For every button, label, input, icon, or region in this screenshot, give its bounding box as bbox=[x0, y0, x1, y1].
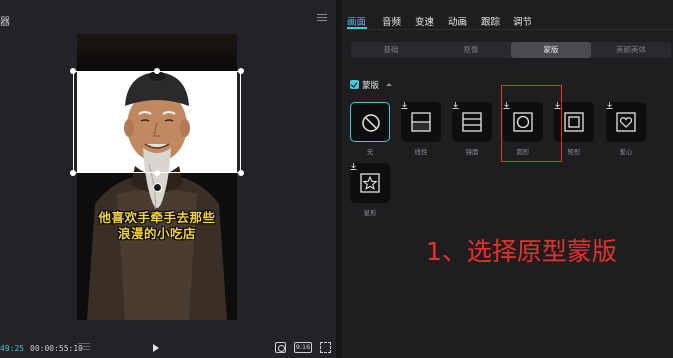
player-header: 器 bbox=[0, 0, 337, 34]
subtitle-line-2: 浪漫的小吃店 bbox=[117, 226, 196, 241]
player-controls: 49:25 00:00:55:19 9:16 bbox=[0, 338, 337, 358]
download-icon bbox=[401, 102, 408, 109]
player-panel: 器 他喜欢手牵手去那些 浪漫的小吃店 49:25 00:00:55:19 9:1… bbox=[0, 0, 337, 358]
resize-handle-bottom-mid[interactable] bbox=[154, 170, 160, 176]
resize-handle-top-left[interactable] bbox=[70, 68, 76, 74]
subtab-mask[interactable]: 蒙版 bbox=[511, 42, 591, 58]
tab-speed[interactable]: 变速 bbox=[415, 14, 434, 28]
current-time: 49:25 bbox=[0, 344, 25, 353]
editor-window: 器 他喜欢手牵手去那些 浪漫的小吃店 49:25 00:00:55:19 9:1… bbox=[0, 0, 673, 358]
download-icon bbox=[350, 163, 357, 170]
mask-option-mirror-label: 镜面 bbox=[465, 148, 479, 156]
rotate-icon[interactable] bbox=[153, 183, 162, 192]
subtab-beauty[interactable]: 美颜美体 bbox=[591, 42, 671, 58]
subtab-cutout[interactable]: 抠像 bbox=[431, 42, 511, 58]
player-title: 器 bbox=[0, 17, 10, 28]
mask-section-label: 蒙版 bbox=[362, 81, 380, 91]
tab-adjust[interactable]: 调节 bbox=[513, 14, 532, 28]
none-icon bbox=[362, 114, 380, 132]
highlight-box bbox=[501, 85, 562, 162]
mask-option-mirror[interactable] bbox=[452, 102, 492, 142]
mask-option-heart-label: 爱心 bbox=[619, 148, 633, 156]
subtab-bar: 基础 抠像 蒙版 美颜美体 bbox=[351, 42, 671, 58]
tab-audio[interactable]: 音频 bbox=[382, 14, 401, 28]
active-tab-indicator bbox=[347, 27, 367, 29]
mask-option-star-label: 星形 bbox=[363, 209, 377, 217]
tab-tracking[interactable]: 跟踪 bbox=[481, 14, 500, 28]
annotation-text: 1、选择原型蒙版 bbox=[426, 237, 617, 266]
resize-handle-bottom-left[interactable] bbox=[70, 170, 76, 176]
mask-option-none[interactable] bbox=[350, 102, 390, 142]
download-icon bbox=[452, 102, 459, 109]
download-icon bbox=[606, 102, 613, 109]
mask-enable-checkbox[interactable] bbox=[350, 80, 359, 89]
menu-icon[interactable] bbox=[317, 14, 327, 22]
play-button[interactable] bbox=[153, 344, 159, 352]
total-time: 00:00:55:19 bbox=[30, 344, 83, 353]
selection-box[interactable] bbox=[73, 71, 241, 173]
tab-animation[interactable]: 动画 bbox=[448, 14, 467, 28]
properties-panel: 画面 音频 变速 动画 跟踪 调节 基础 抠像 蒙版 美颜美体 蒙版 无 线性 … bbox=[342, 0, 673, 358]
mask-option-linear-label: 线性 bbox=[414, 148, 428, 156]
fullscreen-icon[interactable] bbox=[320, 342, 331, 353]
mask-option-linear[interactable] bbox=[401, 102, 441, 142]
resize-handle-top-right[interactable] bbox=[238, 68, 244, 74]
fit-screen-icon[interactable] bbox=[275, 342, 286, 353]
subtab-basic[interactable]: 基础 bbox=[351, 42, 431, 58]
tab-picture[interactable]: 画面 bbox=[347, 14, 366, 28]
resize-handle-bottom-right[interactable] bbox=[238, 170, 244, 176]
resize-handle-top-mid[interactable] bbox=[154, 68, 160, 74]
aspect-ratio-button[interactable]: 9:16 bbox=[294, 342, 312, 353]
mask-option-none-label: 无 bbox=[366, 148, 374, 156]
mask-option-star[interactable] bbox=[350, 163, 390, 203]
property-tabs: 画面 音频 变速 动画 跟踪 调节 bbox=[342, 0, 673, 30]
collapse-caret-icon[interactable] bbox=[386, 83, 392, 86]
mask-option-heart[interactable] bbox=[606, 102, 646, 142]
timeline-list-icon[interactable] bbox=[78, 343, 90, 352]
